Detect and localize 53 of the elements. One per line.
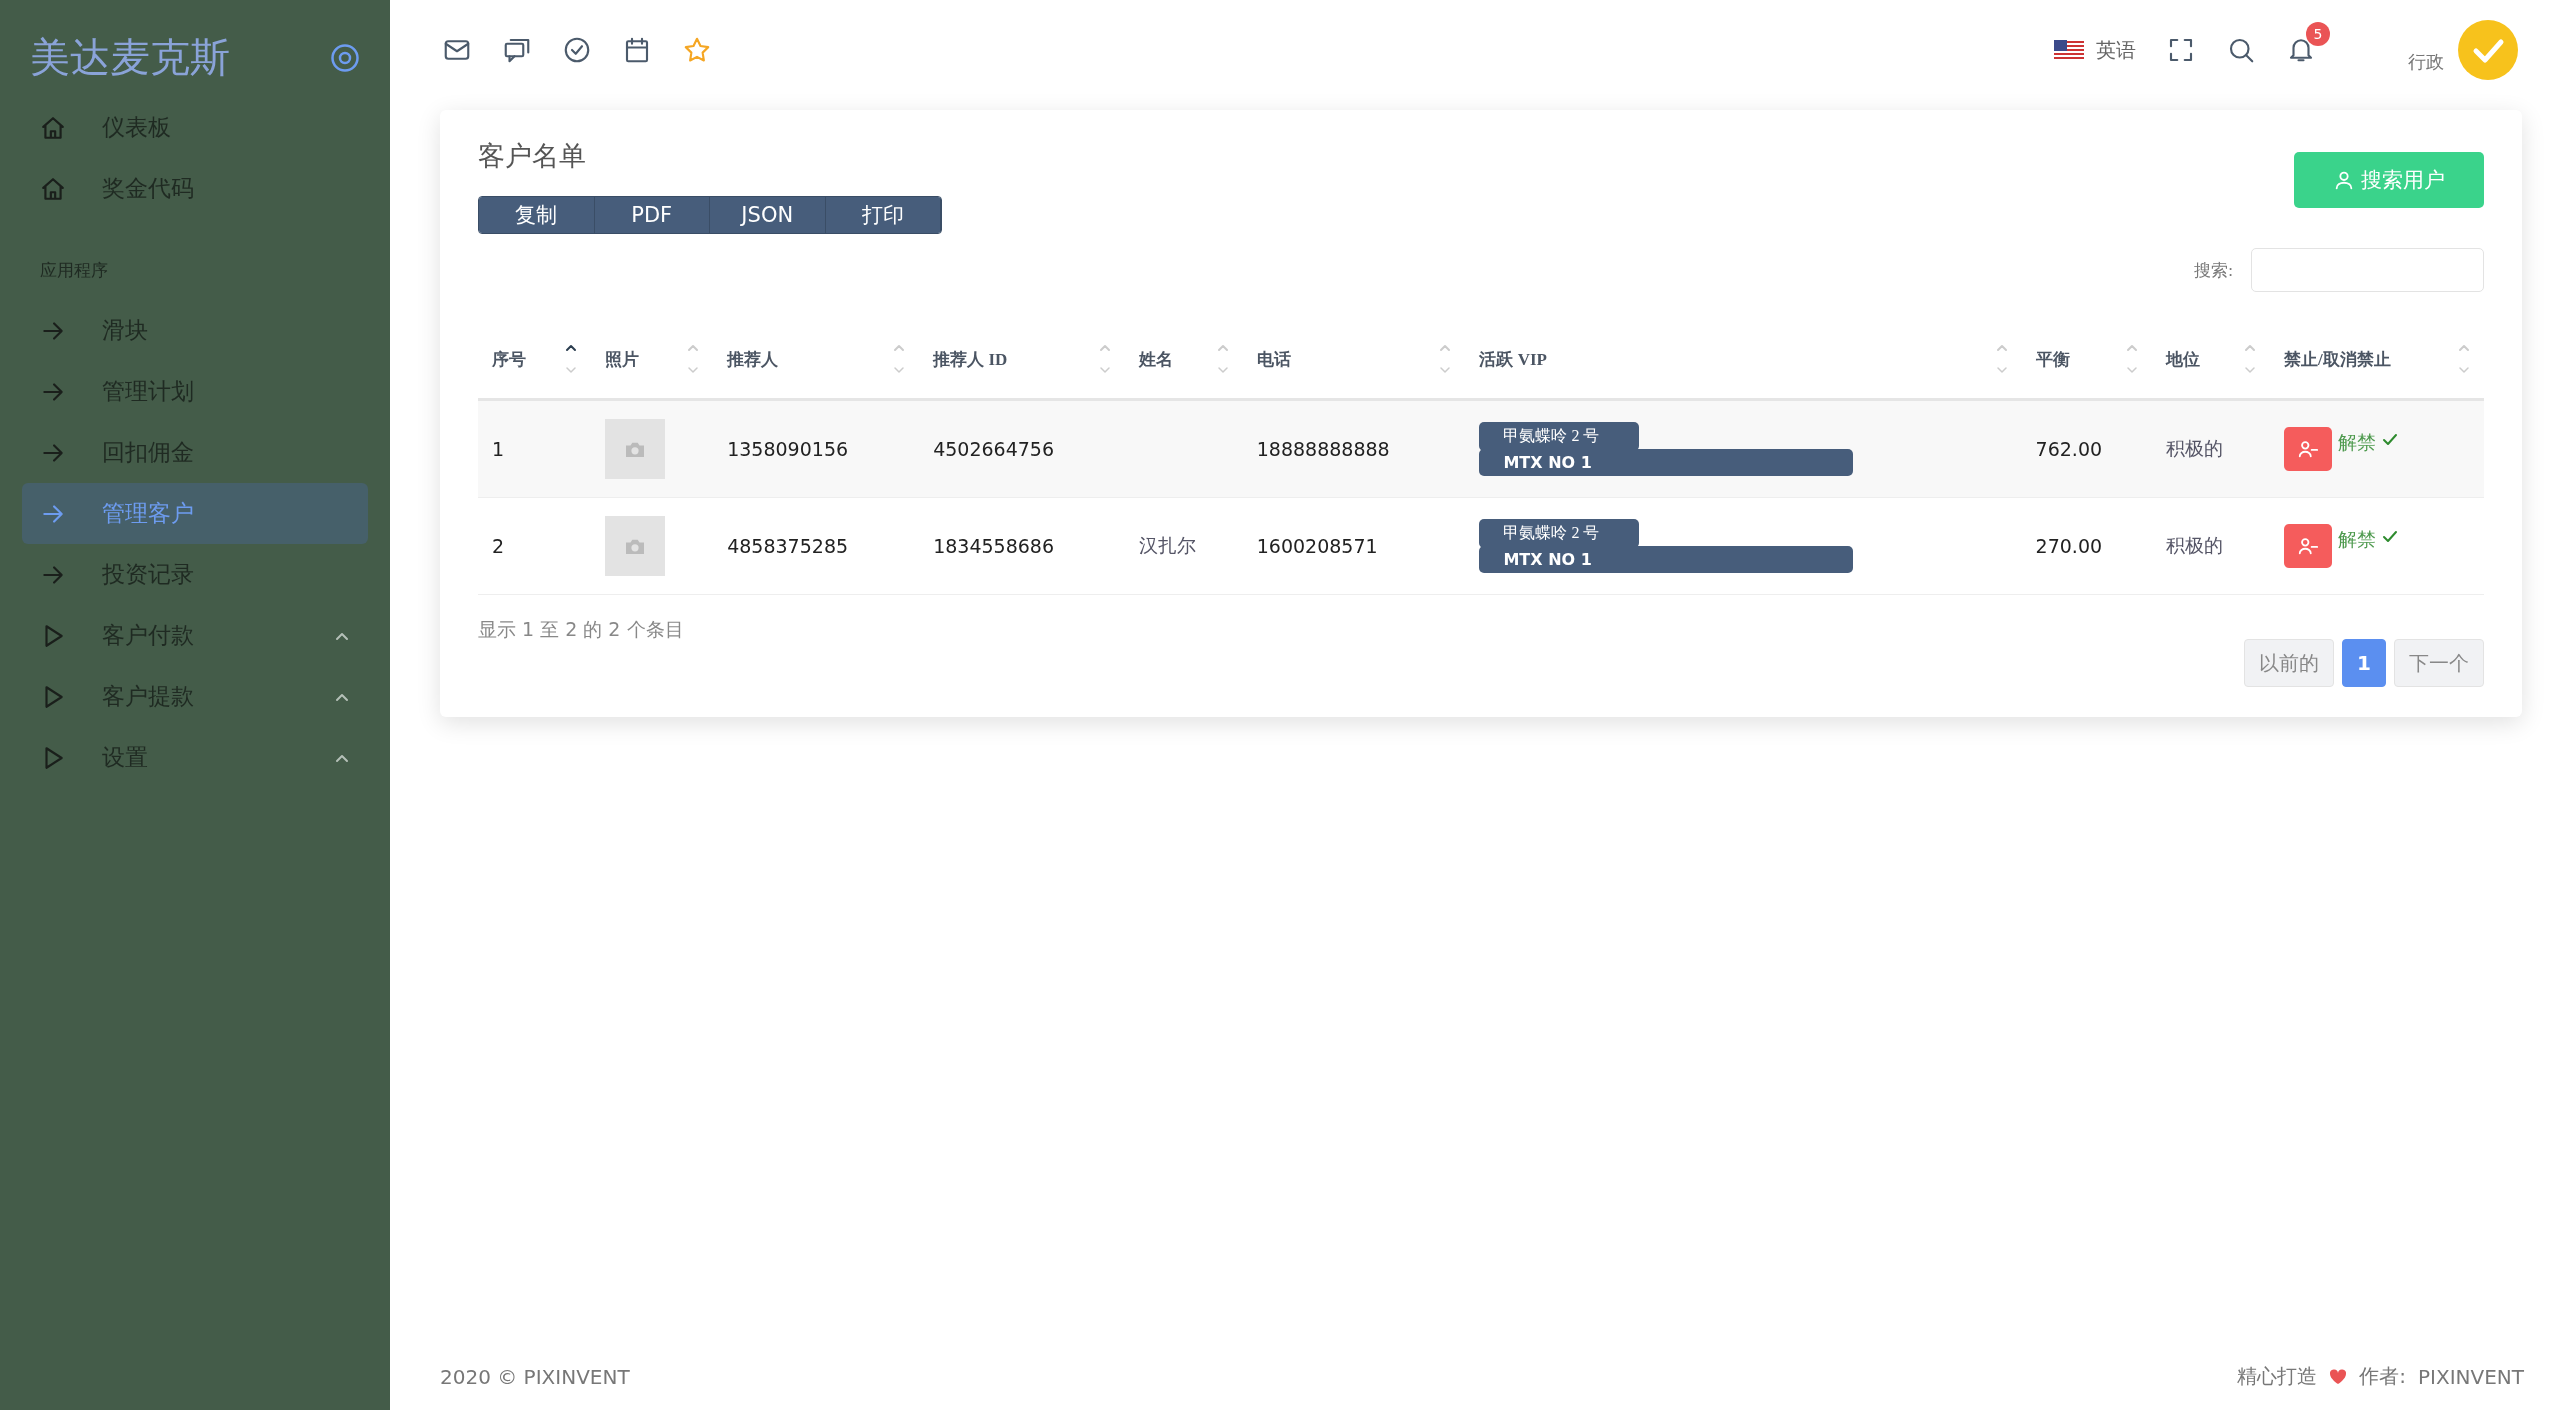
user-minus-icon bbox=[2296, 535, 2319, 557]
language-label[interactable]: 英语 bbox=[2096, 36, 2136, 64]
ban-button[interactable] bbox=[2283, 427, 2332, 471]
target-icon[interactable] bbox=[330, 42, 360, 73]
table-cell: 270.00 bbox=[2021, 497, 2153, 595]
check-circle-icon[interactable] bbox=[562, 35, 592, 65]
home-icon bbox=[40, 114, 66, 141]
checkmark-icon bbox=[2381, 530, 2398, 544]
table-cell: 1600208571 bbox=[1242, 497, 1466, 595]
unban-label: 解禁 bbox=[2337, 431, 2376, 455]
table-cell: 4858375285 bbox=[713, 497, 920, 595]
made-with-text: 精心打造 bbox=[2237, 1363, 2318, 1390]
search-field[interactable] bbox=[2251, 248, 2484, 292]
copyright-text: 2020 © PIXINVENT bbox=[440, 1364, 630, 1389]
table-cell: 18888888888 bbox=[1242, 399, 1466, 498]
vip-tag: 甲氨蝶呤 2 号 bbox=[1479, 422, 1640, 451]
card-title: 客户名单 bbox=[478, 140, 587, 173]
export-button[interactable]: 打印 bbox=[825, 197, 941, 233]
home-icon bbox=[40, 175, 66, 202]
export-button[interactable]: 复制 bbox=[479, 197, 595, 233]
vip-tag: 甲氨蝶呤 2 号 bbox=[1479, 519, 1640, 548]
table-cell: 1358090156 bbox=[713, 399, 920, 498]
page-button[interactable]: 下一个 bbox=[2394, 639, 2484, 687]
ban-button[interactable] bbox=[2283, 524, 2332, 568]
vip-tag: MTX NO 1 bbox=[1479, 546, 1854, 573]
export-button[interactable]: JSON bbox=[710, 197, 826, 233]
table-cell: 2 bbox=[478, 497, 592, 595]
author-name: PIXINVENT bbox=[2418, 1364, 2524, 1389]
checkmark-icon bbox=[2381, 433, 2398, 447]
brand-logo: 美达麦克斯 bbox=[30, 34, 230, 82]
table-cell: 汉扎尔 bbox=[1125, 497, 1243, 595]
unban-label: 解禁 bbox=[2337, 528, 2376, 552]
user-minus-icon bbox=[2296, 438, 2319, 460]
table-cell: 1 bbox=[478, 399, 592, 498]
table-cell: 4502664756 bbox=[919, 399, 1126, 498]
vip-tag: MTX NO 1 bbox=[1479, 449, 1854, 476]
export-button[interactable]: PDF bbox=[594, 197, 710, 233]
table-info: 显示 1 至 2 的 2 个条目 bbox=[478, 617, 684, 642]
author-label: 作者: bbox=[2359, 1363, 2406, 1390]
flag-icon[interactable] bbox=[2054, 40, 2084, 60]
table-cell: 积极的 bbox=[2152, 399, 2270, 498]
page-button[interactable]: 以前的 bbox=[2244, 639, 2335, 687]
table-cell: 积极的 bbox=[2152, 497, 2270, 595]
table-cell: 762.00 bbox=[2021, 399, 2153, 498]
notification-badge: 5 bbox=[2306, 22, 2330, 46]
heart-icon bbox=[2329, 1368, 2348, 1385]
table-cell: 1834558686 bbox=[919, 497, 1126, 595]
page-button[interactable]: 1 bbox=[2342, 639, 2386, 687]
camera-icon bbox=[624, 440, 647, 458]
camera-icon bbox=[624, 537, 647, 555]
search-label: 搜索: bbox=[2194, 259, 2233, 282]
user-role: 行政 bbox=[2408, 50, 2444, 74]
user-icon bbox=[2333, 169, 2355, 191]
